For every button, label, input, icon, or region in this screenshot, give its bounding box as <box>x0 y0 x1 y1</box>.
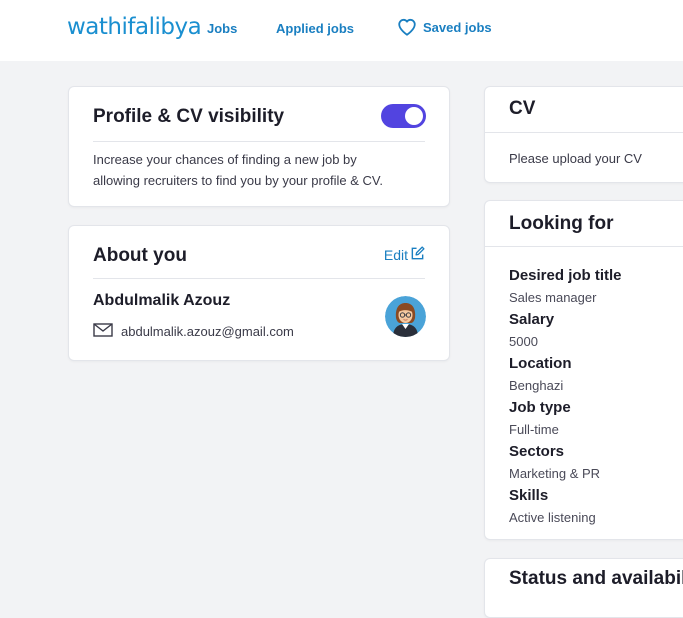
about-you-title: About you <box>93 245 187 266</box>
site-logo[interactable]: wathifalibya <box>67 14 202 40</box>
field-value-desired-job-title: Sales manager <box>509 290 597 305</box>
nav-saved-jobs-label: Saved jobs <box>423 19 492 35</box>
visibility-description: Increase your chances of finding a new j… <box>93 152 383 188</box>
field-label-location: Location <box>509 355 572 372</box>
visibility-card: Profile & CV visibility Increase your ch… <box>68 86 450 207</box>
cv-upload-message: Please upload your CV <box>509 151 642 166</box>
field-value-salary: 5000 <box>509 334 538 349</box>
field-value-skills: Active listening <box>509 510 596 525</box>
envelope-icon <box>93 323 113 340</box>
cv-card-title: CV <box>509 98 536 119</box>
user-avatar <box>385 296 426 337</box>
looking-for-title: Looking for <box>509 213 614 234</box>
top-navigation-bar: wathifalibya Jobs Applied jobs Saved job… <box>0 0 683 61</box>
divider <box>93 141 425 142</box>
visibility-card-title: Profile & CV visibility <box>93 106 285 127</box>
edit-label: Edit <box>383 247 408 263</box>
field-label-desired-job-title: Desired job title <box>509 267 622 284</box>
edit-profile-button[interactable]: Edit <box>384 246 425 264</box>
profile-name: Abdulmalik Azouz <box>93 292 231 309</box>
cv-card: CV Please upload your CV <box>484 86 683 183</box>
divider <box>93 278 425 279</box>
edit-icon <box>410 246 425 264</box>
profile-email-row: abdulmalik.azouz@gmail.com <box>93 323 294 340</box>
field-label-skills: Skills <box>509 487 549 504</box>
field-value-location: Benghazi <box>509 378 564 393</box>
profile-email: abdulmalik.azouz@gmail.com <box>121 324 294 339</box>
divider <box>485 246 683 247</box>
status-card-title: Status and availabili <box>509 568 683 589</box>
nav-saved-jobs-link[interactable]: Saved jobs <box>397 18 492 36</box>
about-you-card: About you Edit Abdulmalik Azouz abdulmal… <box>68 225 450 361</box>
field-label-salary: Salary <box>509 311 555 328</box>
visibility-toggle[interactable] <box>381 104 426 128</box>
toggle-knob <box>405 107 423 125</box>
preferences-list: Desired job title Sales manager Salary 5… <box>509 265 622 529</box>
field-label-sectors: Sectors <box>509 443 565 460</box>
divider <box>485 132 683 133</box>
nav-applied-jobs-link[interactable]: Applied jobs <box>276 21 354 36</box>
looking-for-card: Looking for Desired job title Sales mana… <box>484 200 683 540</box>
heart-icon <box>397 18 417 36</box>
field-value-job-type: Full-time <box>509 422 559 437</box>
status-availability-card: Status and availabili <box>484 558 683 618</box>
field-label-job-type: Job type <box>509 399 571 416</box>
nav-jobs-link[interactable]: Jobs <box>207 21 237 36</box>
field-value-sectors: Marketing & PR <box>509 466 601 481</box>
